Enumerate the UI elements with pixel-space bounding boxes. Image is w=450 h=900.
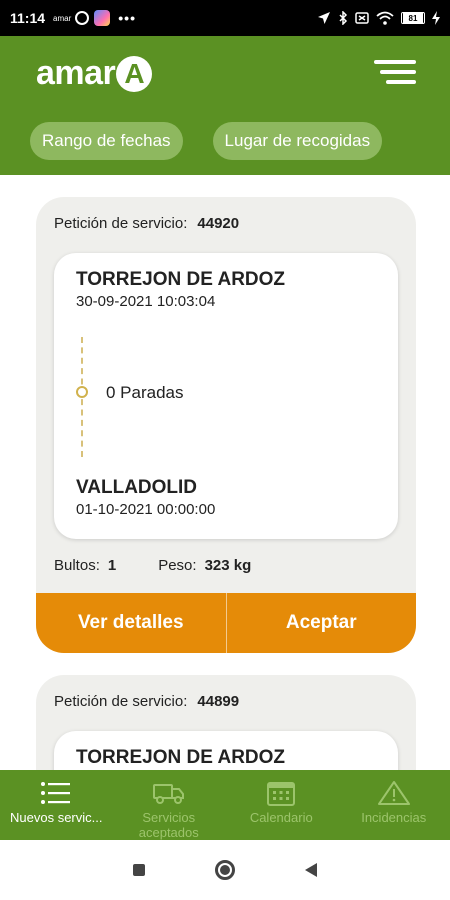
status-time: 11:14 — [10, 10, 46, 26]
nav-label: Servicios aceptados — [138, 810, 199, 840]
battery-icon: 81 — [401, 12, 425, 24]
bultos-value: 1 — [107, 557, 117, 574]
back-icon[interactable] — [305, 863, 317, 877]
system-navigation-bar — [0, 840, 450, 900]
route-panel: TORREJON DE ARDOZ — [54, 731, 398, 770]
view-details-button[interactable]: Ver detalles — [36, 593, 227, 653]
nav-label: Nuevos servic... — [10, 810, 103, 825]
bluetooth-icon — [339, 11, 348, 25]
amara-logo: amar A — [36, 54, 153, 93]
date-range-filter-button[interactable]: Rango de fechas — [30, 122, 183, 160]
charging-icon — [432, 11, 440, 25]
more-notifications-icon: ••• — [118, 10, 136, 26]
recent-apps-icon[interactable] — [133, 864, 145, 876]
app-header: amar A Rango de fechas Lugar de recogidas — [0, 36, 450, 175]
request-header: Petición de servicio: 44899 — [54, 693, 239, 710]
accept-button[interactable]: Aceptar — [227, 593, 417, 653]
carrier-label: amar — [53, 13, 72, 23]
card-actions: Ver detalles Aceptar — [36, 593, 416, 653]
home-icon[interactable] — [215, 860, 235, 880]
nav-accepted-services[interactable]: Servicios aceptados — [113, 770, 226, 840]
stops-count: 0 Paradas — [106, 383, 184, 402]
peso-value: 323 kg — [204, 557, 252, 574]
route-panel: TORREJON DE ARDOZ 30-09-2021 10:03:04 0 … — [54, 253, 398, 539]
hamburger-menu-icon[interactable] — [374, 60, 416, 84]
wifi-icon — [376, 11, 394, 25]
request-label: Petición de servicio: — [54, 693, 188, 710]
list-icon — [41, 782, 71, 804]
sync-icon — [75, 11, 90, 25]
peso-label: Peso: — [158, 557, 197, 574]
nav-label: Calendario — [249, 810, 313, 825]
filter-bar: Rango de fechas Lugar de recogidas — [30, 122, 383, 160]
origin-city: TORREJON DE ARDOZ — [76, 747, 286, 768]
request-label: Petición de servicio: — [54, 215, 188, 232]
service-request-card: Petición de servicio: 44899 TORREJON DE … — [36, 675, 416, 770]
warning-icon — [377, 781, 410, 805]
shipment-info: Bultos: 1 Peso: 323 kg — [54, 557, 251, 574]
origin-city: TORREJON DE ARDOZ — [76, 269, 286, 290]
calendar-icon — [267, 782, 296, 806]
request-number: 44920 — [197, 215, 240, 232]
truck-icon — [152, 784, 184, 804]
screen-record-icon — [355, 12, 369, 24]
nav-calendar[interactable]: Calendario — [225, 770, 338, 840]
service-request-card: Petición de servicio: 44920 TORREJON DE … — [36, 197, 416, 653]
location-icon — [318, 12, 330, 24]
request-number: 44899 — [197, 693, 240, 710]
app-notification-icon — [94, 10, 111, 26]
service-requests-list[interactable]: Petición de servicio: 44920 TORREJON DE … — [0, 175, 450, 770]
pickup-location-filter-button[interactable]: Lugar de recogidas — [212, 122, 383, 160]
request-header: Petición de servicio: 44920 — [54, 215, 239, 232]
nav-incidents[interactable]: Incidencias — [338, 770, 450, 840]
destination-city: VALLADOLID — [76, 477, 198, 498]
origin-date: 30-09-2021 10:03:04 — [76, 293, 216, 310]
status-bar: 11:14 amar ••• 81 — [0, 0, 450, 36]
stop-marker-icon — [76, 386, 88, 398]
nav-label: Incidencias — [361, 810, 427, 825]
destination-date: 01-10-2021 00:00:00 — [76, 501, 216, 518]
bottom-navigation: Nuevos servic... Servicios aceptados Cal… — [0, 770, 450, 840]
nav-new-services[interactable]: Nuevos servic... — [0, 770, 113, 840]
bultos-label: Bultos: — [54, 557, 100, 574]
